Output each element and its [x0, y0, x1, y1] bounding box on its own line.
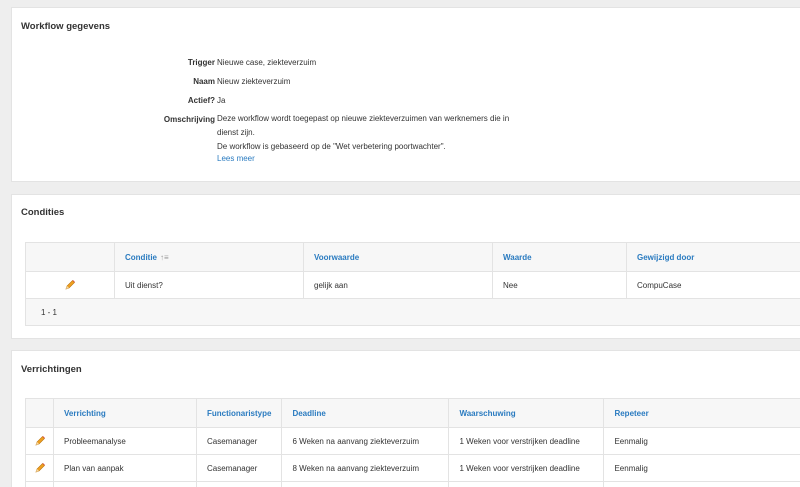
- naam-value: Nieuw ziekteverzuim: [217, 77, 291, 86]
- deadline-cell: 6 Weken na aanvang ziekteverzuim: [281, 427, 450, 455]
- condities-col-voorwaarde[interactable]: Voorwaarde: [303, 242, 493, 272]
- sort-ascending-icon[interactable]: ↑≡: [160, 253, 169, 262]
- workflow-details-title: Workflow gegevens: [21, 21, 111, 32]
- workflow-details-card: Workflow gegevens Trigger Nieuwe case, z…: [11, 7, 800, 182]
- functionaristype-cell: Casemanager: [195, 427, 283, 455]
- waarde-cell: Nee: [492, 271, 627, 299]
- edit-cell: [25, 427, 54, 455]
- actief-label: Actief?: [187, 96, 215, 105]
- verrichtingen-col-repeteer[interactable]: Repeteer: [603, 398, 800, 428]
- verrichting-cell: Probleemanalyse: [53, 427, 197, 455]
- verrichtingen-col-edit: [25, 398, 54, 428]
- table-row: Probleemanalyse Casemanager 6 Weken na a…: [25, 427, 800, 455]
- table-row: [25, 481, 800, 487]
- waarschuwing-cell: 1 Weken voor verstrijken deadline: [448, 427, 605, 455]
- condities-table: Conditie ↑≡ Voorwaarde Waarde Gewijzigd d…: [25, 242, 800, 299]
- table-row: Plan van aanpak Casemanager 8 Weken na a…: [25, 454, 800, 482]
- omschrijving-line-3: De workflow is gebaseerd op de "Wet verb…: [217, 142, 446, 151]
- verrichtingen-col-verrichting[interactable]: Verrichting: [53, 398, 197, 428]
- condities-col-gewijzigd-door[interactable]: Gewijzigd door: [626, 242, 800, 272]
- pencil-icon[interactable]: [34, 462, 46, 474]
- voorwaarde-cell: gelijk aan: [303, 271, 493, 299]
- naam-label: Naam: [193, 77, 215, 86]
- pencil-icon[interactable]: [34, 435, 46, 447]
- condities-card: Condities Conditie ↑≡ Voorwaarde Waarde G…: [11, 194, 800, 339]
- condities-pagination: 1 - 1: [25, 299, 800, 326]
- verrichtingen-col-waarschuwing[interactable]: Waarschuwing: [448, 398, 605, 428]
- condities-col-edit: [25, 242, 115, 272]
- omschrijving-line-1: Deze workflow wordt toegepast op nieuwe …: [217, 114, 510, 123]
- waarschuwing-cell: 1 Weken voor verstrijken deadline: [448, 454, 605, 482]
- conditie-cell: Uit dienst?: [114, 271, 304, 299]
- actief-value: Ja: [217, 96, 226, 105]
- verrichtingen-title: Verrichtingen: [21, 364, 82, 375]
- pencil-icon[interactable]: [64, 279, 76, 291]
- pagination-text: 1 - 1: [41, 308, 58, 317]
- verrichtingen-table: Verrichting Functionaristype Deadline Wa…: [25, 398, 800, 487]
- table-row: Uit dienst? gelijk aan Nee CompuCase: [25, 271, 800, 299]
- condities-title: Condities: [21, 207, 65, 218]
- repeteer-cell: Eenmalig: [603, 427, 800, 455]
- verrichtingen-col-functionaristype[interactable]: Functionaristype: [195, 398, 283, 428]
- repeteer-cell: Eenmalig: [603, 454, 800, 482]
- edit-cell: [25, 454, 54, 482]
- gewijzigd-door-cell: CompuCase: [626, 271, 800, 299]
- functionaristype-cell: Casemanager: [195, 454, 283, 482]
- verrichting-cell: Plan van aanpak: [53, 454, 197, 482]
- trigger-label: Trigger: [187, 58, 215, 67]
- verrichtingen-card: Verrichtingen Verrichting Functionaristy…: [11, 350, 800, 487]
- condities-col-conditie[interactable]: Conditie ↑≡: [114, 242, 304, 272]
- verrichtingen-col-deadline[interactable]: Deadline: [281, 398, 450, 428]
- lees-meer-link[interactable]: Lees meer: [217, 153, 255, 165]
- omschrijving-line-2: dienst zijn.: [217, 128, 255, 137]
- edit-cell: [25, 271, 115, 299]
- deadline-cell: 8 Weken na aanvang ziekteverzuim: [281, 454, 450, 482]
- omschrijving-label: Omschrijving: [163, 115, 215, 124]
- condities-col-waarde[interactable]: Waarde: [492, 242, 627, 272]
- trigger-value: Nieuwe case, ziekteverzuim: [217, 58, 317, 67]
